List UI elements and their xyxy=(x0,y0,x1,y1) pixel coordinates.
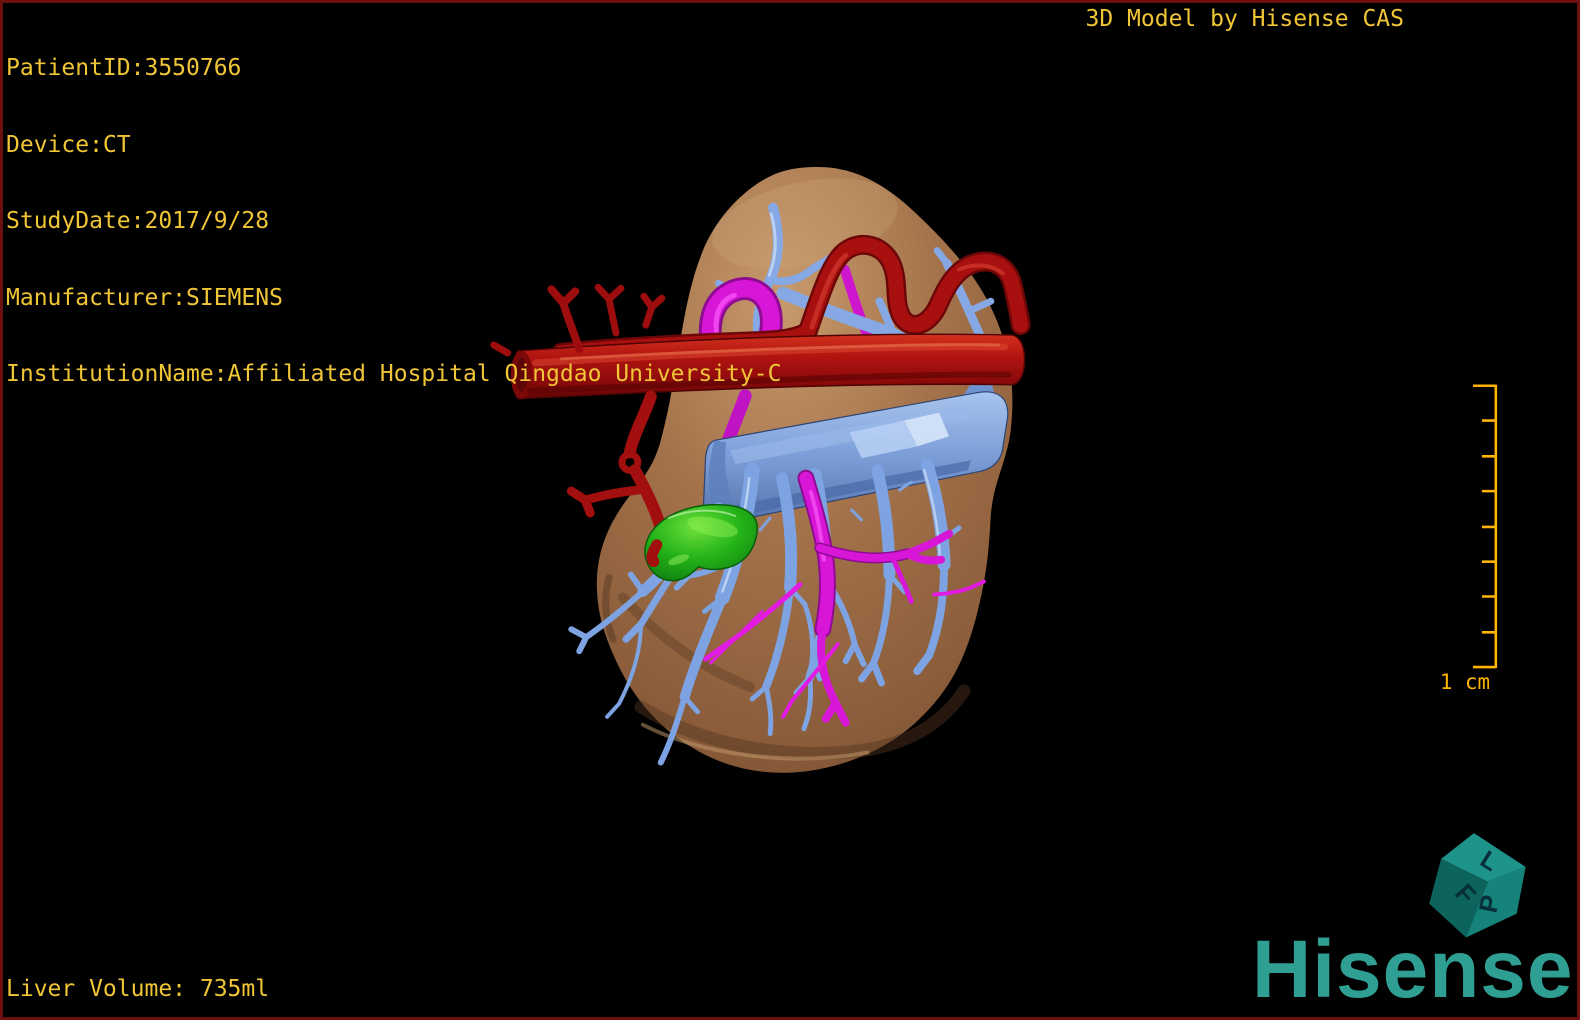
hisense-logo: Hisense xyxy=(1252,924,1574,1015)
scale-bar-label: 1 cm xyxy=(1440,670,1490,694)
liver-volume-readout: Liver Volume: 735ml xyxy=(6,976,270,1002)
patient-id-line: PatientID:3550766 xyxy=(6,55,242,81)
device-line: Device:CT xyxy=(6,131,131,158)
artery-tip xyxy=(646,539,663,568)
model-credit: 3D Model by Hisense CAS xyxy=(1085,6,1405,32)
viewer-canvas[interactable]: 1 cm L F P PatientID:3550766 Device:CT S… xyxy=(0,0,1580,1020)
scale-bar: 1 cm xyxy=(1440,384,1498,694)
orientation-cube: L F P xyxy=(1429,833,1526,938)
manufacturer-line: Manufacturer:SIEMENS xyxy=(6,284,283,311)
patient-info-overlay: PatientID:3550766 Device:CT StudyDate:20… xyxy=(6,5,781,439)
study-date-line: StudyDate:2017/9/28 xyxy=(6,208,270,234)
institution-line: InstitutionName:Affiliated Hospital Qing… xyxy=(6,361,782,387)
